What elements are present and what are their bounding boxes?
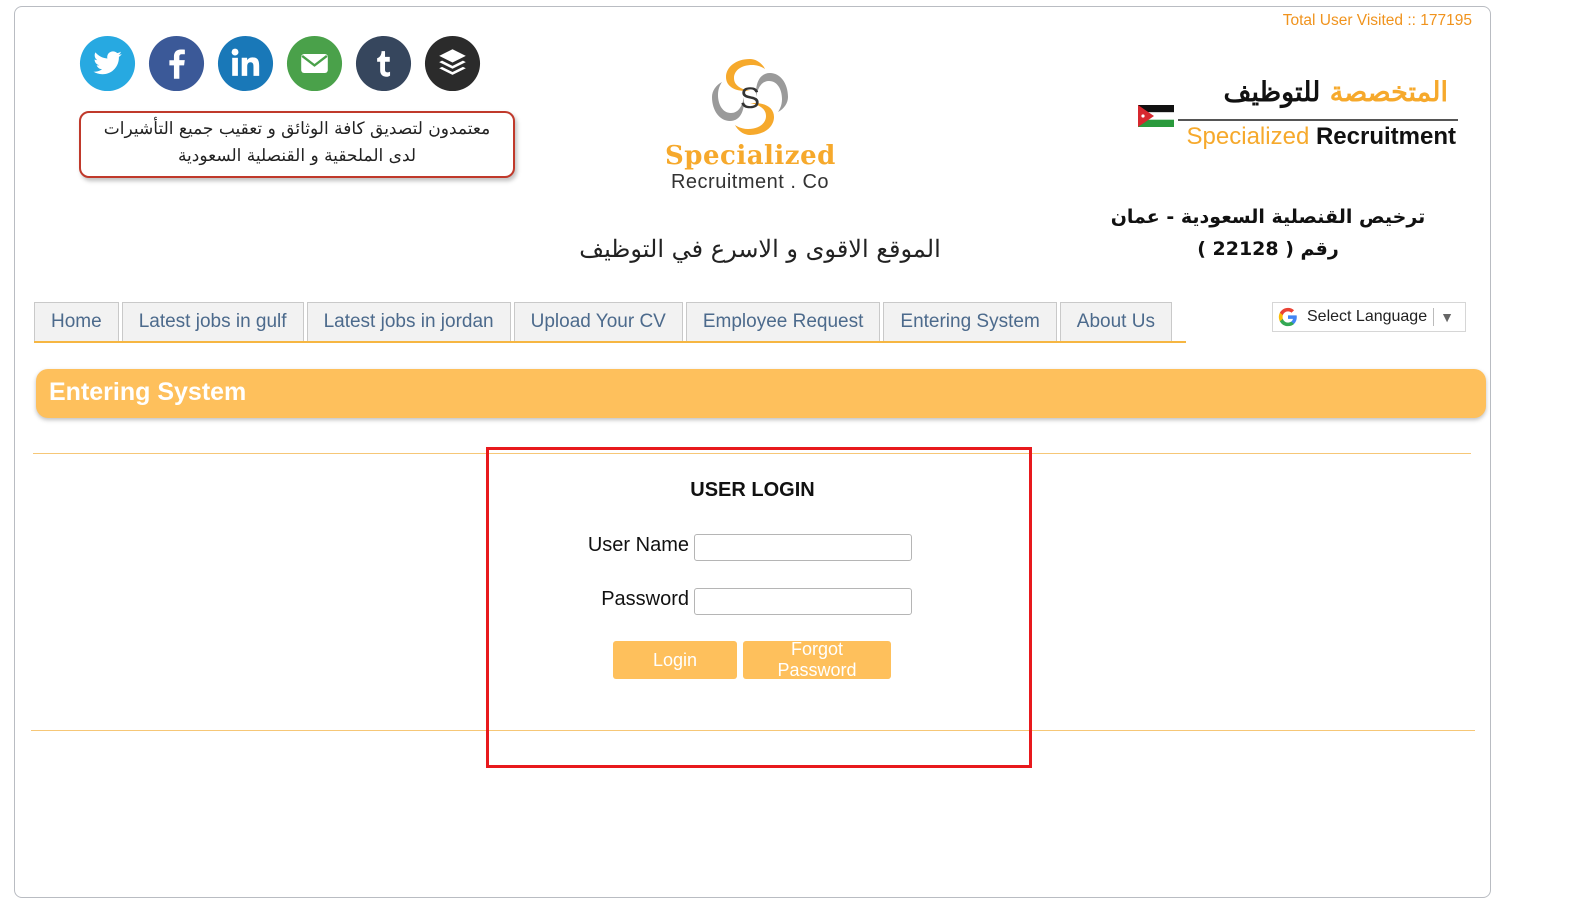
facebook-icon[interactable] — [148, 35, 205, 92]
logo-arabic-orange: المتخصصة — [1329, 77, 1448, 108]
page-title: Entering System — [49, 378, 247, 406]
company-logo-center[interactable]: S Specialized Recruitment . Co — [665, 47, 835, 217]
visit-counter: Total User Visited :: 177195 — [1282, 12, 1472, 29]
logo-arabic-dark: للتوظيف — [1223, 77, 1321, 108]
tab-latest-jobs-gulf[interactable]: Latest jobs in gulf — [121, 302, 304, 341]
tab-upload-cv[interactable]: Upload Your CV — [513, 302, 683, 341]
twitter-icon[interactable] — [79, 35, 136, 92]
buffer-icon[interactable] — [424, 35, 481, 92]
language-selector[interactable]: Select Language ▼ — [1272, 302, 1466, 332]
divider-bottom — [31, 730, 1475, 731]
tumblr-icon[interactable] — [355, 35, 412, 92]
main-nav: Home Latest jobs in gulf Latest jobs in … — [34, 302, 1186, 343]
logo-sub: Recruitment . Co — [670, 171, 830, 193]
accreditation-line-1: معتمدون لتصديق كافة الوثائق و تعقيب جميع… — [103, 119, 491, 139]
username-input[interactable] — [694, 534, 912, 561]
swirl-logo-icon: S — [712, 59, 788, 135]
section-header-bar: Entering System — [36, 369, 1486, 418]
tab-latest-jobs-jordan[interactable]: Latest jobs in jordan — [306, 302, 511, 341]
logo-english-dark: Recruitment — [1315, 123, 1456, 150]
social-links — [79, 35, 481, 92]
license-info: ترخيص القنصلية السعودية - عمان رقم ( 221… — [1098, 201, 1438, 265]
license-line-2: رقم ( 22128 ) — [1197, 238, 1339, 260]
logo-arabic-name: المتخصصة للتوظيف — [1224, 77, 1448, 108]
logo-english-name: Specialized Recruitment — [1187, 123, 1456, 151]
login-title: USER LOGIN — [690, 479, 815, 501]
chevron-down-icon: ▼ — [1440, 309, 1454, 325]
google-g-icon — [1278, 307, 1297, 327]
tab-home[interactable]: Home — [34, 302, 119, 341]
tab-employee-request[interactable]: Employee Request — [685, 302, 881, 341]
company-logo-right: المتخصصة للتوظيف Specialized Recruitment — [1138, 77, 1458, 167]
site-tagline: الموقع الاقوى و الاسرع في التوظيف — [579, 235, 941, 263]
email-icon[interactable] — [286, 35, 343, 92]
tab-about-us[interactable]: About Us — [1059, 302, 1172, 341]
language-separator — [1433, 308, 1435, 326]
license-line-1: ترخيص القنصلية السعودية - عمان — [1110, 206, 1426, 228]
password-input[interactable] — [694, 588, 912, 615]
username-label: User Name — [587, 534, 689, 556]
logo-name: Specialized — [665, 141, 836, 171]
login-button[interactable]: Login — [613, 641, 737, 679]
accreditation-banner: معتمدون لتصديق كافة الوثائق و تعقيب جميع… — [79, 111, 515, 178]
logo-english-orange: Specialized — [1186, 123, 1310, 150]
logo-divider — [1178, 119, 1458, 121]
page-container: Total User Visited :: 177195 معتمدون لتص… — [14, 6, 1491, 898]
jordan-flag-icon — [1138, 105, 1174, 127]
forgot-password-button[interactable]: Forgot Password — [743, 639, 891, 680]
tab-entering-system[interactable]: Entering System — [883, 302, 1057, 341]
linkedin-icon[interactable] — [217, 35, 274, 92]
accreditation-line-2: لدى الملحقية و القنصلية السعودية — [177, 146, 417, 166]
divider-top — [33, 453, 1471, 454]
password-label: Password — [601, 588, 689, 610]
language-label: Select Language — [1307, 308, 1428, 325]
logo-mark-letter: S — [740, 82, 760, 115]
